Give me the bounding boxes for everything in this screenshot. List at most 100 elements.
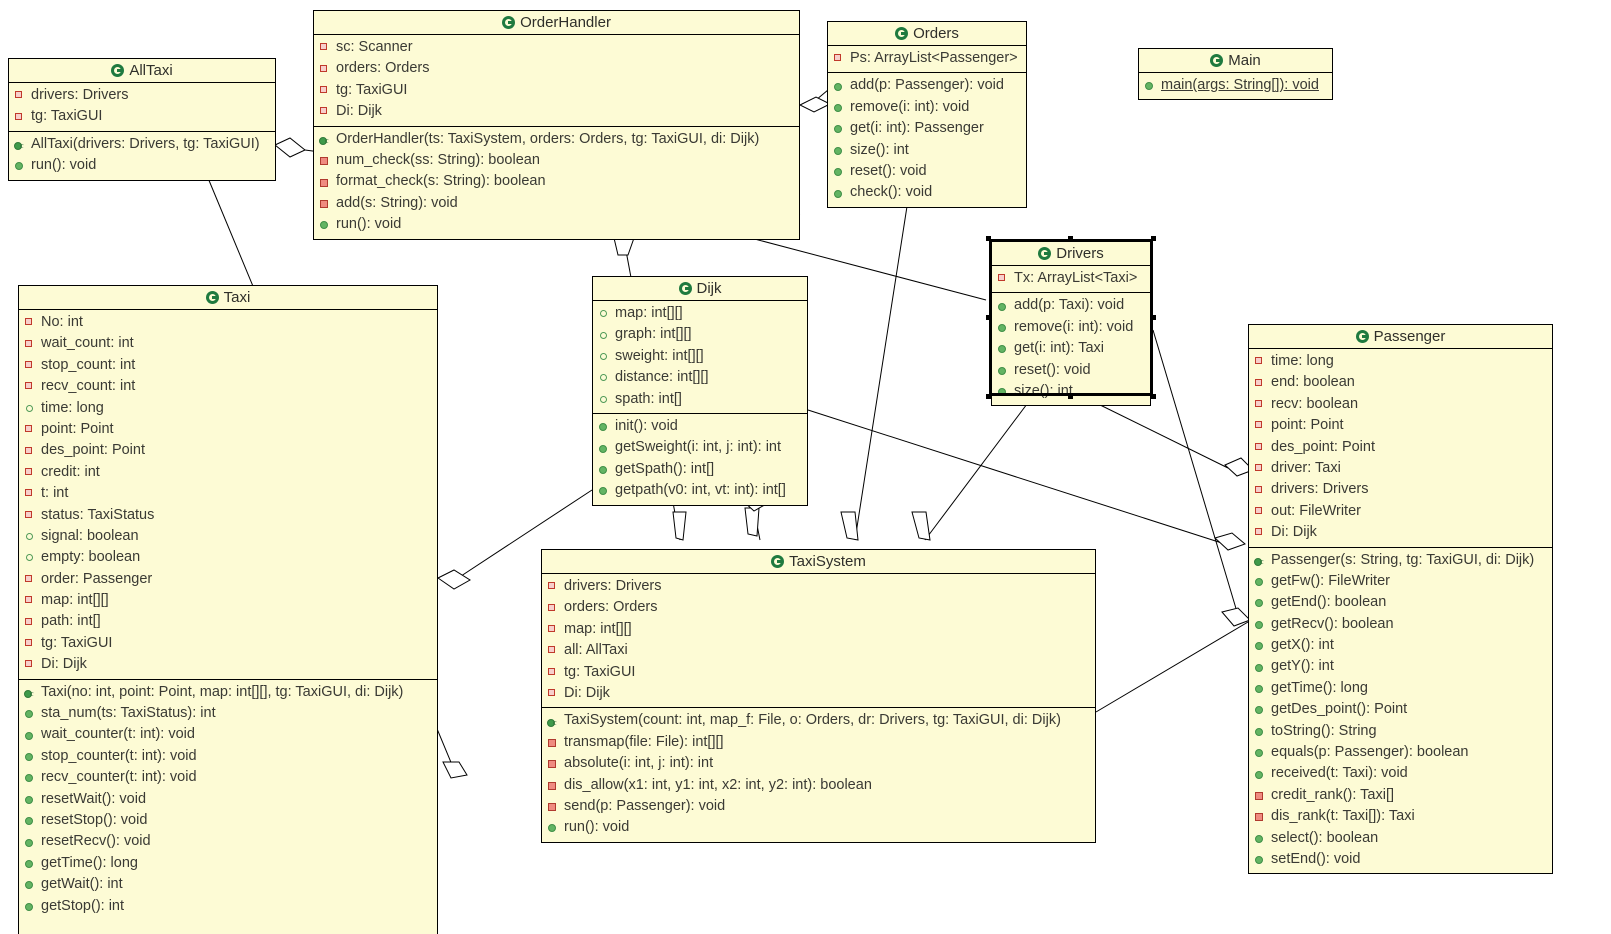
operation-row[interactable]: run(): void (542, 817, 1095, 838)
attribute-row[interactable]: des_point: Point (1249, 437, 1552, 458)
attribute-row[interactable]: des_point: Point (19, 440, 437, 461)
operation-row[interactable]: add(s: String): void (314, 193, 799, 214)
operation-row[interactable]: select(): boolean (1249, 828, 1552, 849)
attribute-row[interactable]: drivers: Drivers (1249, 479, 1552, 500)
attribute-row[interactable]: time: long (19, 398, 437, 419)
attribute-row[interactable]: empty: boolean (19, 547, 437, 568)
attribute-row[interactable]: sweight: int[][] (593, 346, 807, 367)
class-box-main[interactable]: Main main(args: String[]): void (1138, 48, 1333, 101)
operation-row[interactable]: resetRecv(): void (19, 831, 437, 852)
operation-row[interactable]: transmap(file: File): int[][] (542, 732, 1095, 753)
attribute-row[interactable]: order: Passenger (19, 569, 437, 590)
operation-row[interactable]: dis_rank(t: Taxi[]): Taxi (1249, 806, 1552, 827)
operation-row[interactable]: add(p: Passenger): void (828, 75, 1026, 96)
operation-row[interactable]: recv_counter(t: int): void (19, 767, 437, 788)
operation-row[interactable]: format_check(s: String): boolean (314, 171, 799, 192)
attribute-row[interactable]: status: TaxiStatus (19, 505, 437, 526)
attribute-row[interactable]: path: int[] (19, 611, 437, 632)
class-box-taxi[interactable]: Taxi No: int wait_count: int stop_count:… (18, 285, 438, 934)
attribute-row[interactable]: graph: int[][] (593, 324, 807, 345)
class-box-orderhandler[interactable]: OrderHandler sc: Scanner orders: Orders … (313, 10, 800, 240)
class-box-alltaxi[interactable]: AllTaxi drivers: Drivers tg: TaxiGUI All… (8, 58, 276, 181)
attribute-row[interactable]: orders: Orders (314, 58, 799, 79)
operation-row[interactable]: size(): int (828, 140, 1026, 161)
operation-row[interactable]: add(p: Taxi): void (992, 295, 1150, 316)
attribute-row[interactable]: orders: Orders (542, 597, 1095, 618)
operation-row[interactable]: toString(): String (1249, 721, 1552, 742)
operation-row[interactable]: size(): int (992, 381, 1150, 402)
class-box-passenger[interactable]: Passenger time: long end: boolean recv: … (1248, 324, 1553, 875)
operation-row[interactable]: get(i: int): Passenger (828, 118, 1026, 139)
operation-row[interactable]: wait_counter(t: int): void (19, 724, 437, 745)
attribute-row[interactable]: Di: Dijk (314, 101, 799, 122)
attribute-row[interactable]: tg: TaxiGUI (9, 106, 275, 127)
operation-row[interactable]: init(): void (593, 416, 807, 437)
operation-row[interactable]: check(): void (828, 182, 1026, 203)
operation-row[interactable]: getTime(): long (1249, 678, 1552, 699)
attribute-row[interactable]: map: int[][] (542, 619, 1095, 640)
operation-row[interactable]: Taxi(no: int, point: Point, map: int[][]… (19, 682, 437, 704)
attribute-row[interactable]: map: int[][] (593, 303, 807, 324)
attribute-row[interactable]: credit: int (19, 462, 437, 483)
class-box-taxisystem[interactable]: TaxiSystem drivers: Drivers orders: Orde… (541, 549, 1096, 843)
attribute-row[interactable]: t: int (19, 483, 437, 504)
operation-row[interactable]: num_check(ss: String): boolean (314, 150, 799, 171)
operation-row[interactable]: equals(p: Passenger): boolean (1249, 742, 1552, 763)
attribute-row[interactable]: recv: boolean (1249, 394, 1552, 415)
operation-row[interactable]: resetStop(): void (19, 810, 437, 831)
operation-row[interactable]: get(i: int): Taxi (992, 338, 1150, 359)
operation-row[interactable]: getWait(): int (19, 874, 437, 895)
attribute-row[interactable]: signal: boolean (19, 526, 437, 547)
attribute-row[interactable]: spath: int[] (593, 389, 807, 410)
operation-row[interactable]: stop_counter(t: int): void (19, 746, 437, 767)
operation-row[interactable]: getpath(v0: int, vt: int): int[] (593, 480, 807, 501)
attribute-row[interactable]: tg: TaxiGUI (542, 662, 1095, 683)
attribute-row[interactable]: point: Point (1249, 415, 1552, 436)
operation-row[interactable]: getX(): int (1249, 635, 1552, 656)
operation-row[interactable]: resetWait(): void (19, 789, 437, 810)
attribute-row[interactable]: tg: TaxiGUI (19, 633, 437, 654)
operation-row[interactable]: getFw(): FileWriter (1249, 571, 1552, 592)
operation-row[interactable]: getRecv(): boolean (1249, 614, 1552, 635)
operation-row[interactable]: dis_allow(x1: int, y1: int, x2: int, y2:… (542, 775, 1095, 796)
operation-row[interactable]: getEnd(): boolean (1249, 592, 1552, 613)
attribute-row[interactable]: No: int (19, 312, 437, 333)
operation-row[interactable]: main(args: String[]): void (1139, 75, 1332, 96)
attribute-row[interactable]: distance: int[][] (593, 367, 807, 388)
attribute-row[interactable]: point: Point (19, 419, 437, 440)
attribute-row[interactable]: drivers: Drivers (542, 576, 1095, 597)
operation-row[interactable]: credit_rank(): Taxi[] (1249, 785, 1552, 806)
operation-row[interactable]: OrderHandler(ts: TaxiSystem, orders: Ord… (314, 129, 799, 151)
attribute-row[interactable]: tg: TaxiGUI (314, 80, 799, 101)
operation-row[interactable]: run(): void (314, 214, 799, 235)
operation-row[interactable]: remove(i: int): void (992, 317, 1150, 338)
attribute-row[interactable]: driver: Taxi (1249, 458, 1552, 479)
attribute-row[interactable]: all: AllTaxi (542, 640, 1095, 661)
operation-row[interactable]: setEnd(): void (1249, 849, 1552, 870)
class-box-orders[interactable]: Orders Ps: ArrayList<Passenger> add(p: P… (827, 21, 1027, 208)
attribute-row[interactable]: map: int[][] (19, 590, 437, 611)
attribute-row[interactable]: drivers: Drivers (9, 85, 275, 106)
attribute-row[interactable]: Di: Dijk (1249, 522, 1552, 543)
class-box-drivers[interactable]: Drivers Tx: ArrayList<Taxi> add(p: Taxi)… (991, 241, 1151, 407)
operation-row[interactable]: reset(): void (828, 161, 1026, 182)
attribute-row[interactable]: wait_count: int (19, 333, 437, 354)
attribute-row[interactable]: out: FileWriter (1249, 501, 1552, 522)
operation-row[interactable]: AllTaxi(drivers: Drivers, tg: TaxiGUI) (9, 134, 275, 156)
attribute-row[interactable]: Ps: ArrayList<Passenger> (828, 48, 1026, 69)
attribute-row[interactable]: sc: Scanner (314, 37, 799, 58)
attribute-row[interactable]: time: long (1249, 351, 1552, 372)
operation-row[interactable]: run(): void (9, 155, 275, 176)
class-box-dijk[interactable]: Dijk map: int[][] graph: int[][] sweight… (592, 276, 808, 506)
operation-row[interactable]: getSweight(i: int, j: int): int (593, 437, 807, 458)
operation-row[interactable]: getY(): int (1249, 656, 1552, 677)
operation-row[interactable]: send(p: Passenger): void (542, 796, 1095, 817)
operation-row[interactable]: absolute(i: int, j: int): int (542, 753, 1095, 774)
attribute-row[interactable]: Di: Dijk (542, 683, 1095, 704)
attribute-row[interactable]: Tx: ArrayList<Taxi> (992, 268, 1150, 289)
operation-row[interactable]: remove(i: int): void (828, 97, 1026, 118)
operation-row[interactable]: sta_num(ts: TaxiStatus): int (19, 703, 437, 724)
operation-row[interactable]: getDes_point(): Point (1249, 699, 1552, 720)
operation-row[interactable]: reset(): void (992, 360, 1150, 381)
attribute-row[interactable]: Di: Dijk (19, 654, 437, 675)
